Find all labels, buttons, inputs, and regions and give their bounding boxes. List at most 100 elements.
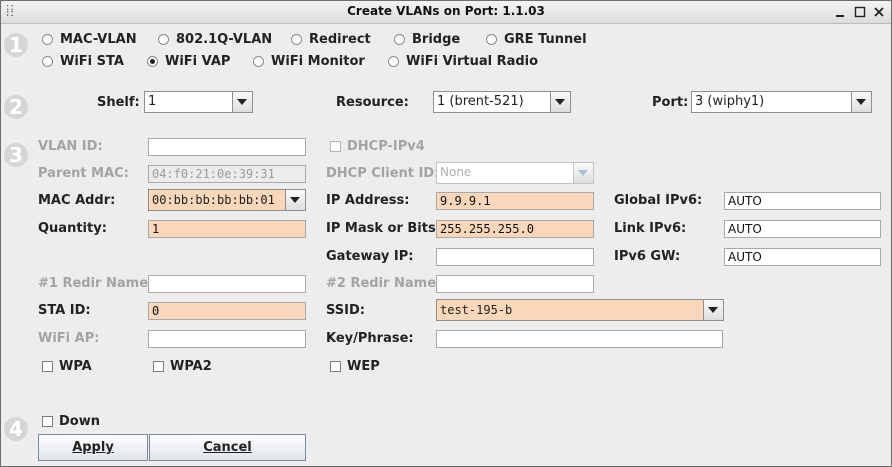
chevron-down-icon[interactable] <box>232 92 252 112</box>
redir1-name-label: #1 Redir Name: <box>38 276 154 291</box>
global-ipv6-input[interactable]: AUTO <box>724 192 881 210</box>
redir1-name-input[interactable] <box>148 275 306 293</box>
dhcp-client-id-select[interactable]: None <box>436 162 594 184</box>
close-icon[interactable] <box>872 5 886 19</box>
radio-label: WiFi STA <box>60 53 124 69</box>
radio-icon <box>42 33 53 45</box>
wpa2-checkbox[interactable]: WPA2 <box>153 357 212 375</box>
redir2-name-input[interactable] <box>436 275 594 293</box>
checkbox-icon <box>153 360 164 372</box>
chevron-down-icon[interactable] <box>285 190 305 210</box>
resource-value: 1 (brent-521) <box>437 94 524 109</box>
wpa2-label: WPA2 <box>170 358 212 374</box>
checkbox-icon <box>42 415 53 427</box>
radio-8021q-vlan[interactable]: 802.1Q-VLAN <box>158 30 272 48</box>
checkbox-icon <box>330 140 341 152</box>
radio-wifi-vap[interactable]: WiFi VAP <box>147 52 230 70</box>
radio-icon <box>253 55 264 67</box>
global-ipv6-label: Global IPv6: <box>614 193 703 208</box>
dialog-content: 1 2 3 4 MAC-VLAN 802.1Q-VLAN Redirect Br… <box>1 24 891 466</box>
dhcp-ipv4-checkbox[interactable]: DHCP-IPv4 <box>330 137 425 155</box>
radio-label: GRE Tunnel <box>504 31 587 47</box>
ipv6-gw-input[interactable]: AUTO <box>724 248 881 266</box>
radio-selected-icon <box>147 55 158 67</box>
radio-label: 802.1Q-VLAN <box>176 31 273 47</box>
ip-address-input[interactable]: 9.9.9.1 <box>436 192 594 210</box>
radio-icon <box>394 33 405 45</box>
wifi-ap-input[interactable] <box>148 330 306 348</box>
window-title: Create VLANs on Port: 1.1.03 <box>347 4 545 18</box>
shelf-value: 1 <box>148 94 157 109</box>
radio-icon <box>42 55 53 67</box>
gateway-ip-label: Gateway IP: <box>326 249 414 264</box>
wpa-checkbox[interactable]: WPA <box>42 357 92 375</box>
resource-label: Resource: <box>336 95 409 110</box>
dhcp-client-id-label: DHCP Client ID: <box>326 166 440 181</box>
radio-label: Bridge <box>412 31 461 47</box>
port-label: Port: <box>652 95 689 110</box>
ssid-label: SSID: <box>326 303 365 318</box>
chevron-down-icon[interactable] <box>703 300 723 320</box>
radio-mac-vlan[interactable]: MAC-VLAN <box>42 30 137 48</box>
cancel-button-label: Cancel <box>203 440 252 455</box>
ipv6-gw-label: IPv6 GW: <box>614 249 681 264</box>
link-ipv6-input[interactable]: AUTO <box>724 220 881 238</box>
chevron-down-icon[interactable] <box>851 92 871 112</box>
dhcp-client-id-value: None <box>440 165 472 179</box>
vlan-id-label: VLAN ID: <box>38 139 103 154</box>
wifi-ap-label: WiFi AP: <box>38 331 100 346</box>
step-1-badge: 1 <box>4 33 28 57</box>
radio-icon <box>158 33 169 45</box>
gateway-ip-input[interactable] <box>436 248 594 266</box>
chevron-down-icon[interactable] <box>550 92 570 112</box>
radio-icon <box>486 33 497 45</box>
radio-label: MAC-VLAN <box>60 31 137 47</box>
shelf-select[interactable]: 1 <box>144 91 253 113</box>
create-vlans-dialog: :: :: Create VLANs on Port: 1.1.03 1 2 3… <box>0 0 892 467</box>
maximize-icon[interactable] <box>853 5 867 19</box>
port-value: 3 (wiphy1) <box>695 94 765 109</box>
ssid-combo[interactable]: test-195-b <box>436 299 724 321</box>
radio-icon <box>291 33 302 45</box>
key-phrase-input[interactable] <box>436 330 723 348</box>
apply-button[interactable]: Apply <box>38 434 148 461</box>
chevron-down-icon[interactable] <box>573 163 593 183</box>
redir2-name-label: #2 Redir Name: <box>326 276 442 291</box>
mac-addr-value: 00:bb:bb:bb:bb:01 <box>152 193 275 207</box>
radio-label: WiFi Virtual Radio <box>406 53 539 69</box>
apply-button-label: Apply <box>72 440 114 455</box>
sta-id-input[interactable]: 0 <box>148 302 306 320</box>
parent-mac-label: Parent MAC: <box>38 166 129 181</box>
radio-label: WiFi Monitor <box>271 53 365 69</box>
radio-wifi-virtual-radio[interactable]: WiFi Virtual Radio <box>388 52 538 70</box>
checkbox-icon <box>42 360 53 372</box>
checkbox-icon <box>330 360 341 372</box>
cancel-button[interactable]: Cancel <box>149 434 306 461</box>
radio-bridge[interactable]: Bridge <box>394 30 460 48</box>
radio-redirect[interactable]: Redirect <box>291 30 371 48</box>
resource-select[interactable]: 1 (brent-521) <box>433 91 571 113</box>
quantity-input[interactable]: 1 <box>148 220 306 238</box>
wep-label: WEP <box>347 358 380 374</box>
port-select[interactable]: 3 (wiphy1) <box>691 91 872 113</box>
wpa-label: WPA <box>59 358 92 374</box>
down-checkbox[interactable]: Down <box>42 412 100 430</box>
minimize-icon[interactable] <box>833 5 847 19</box>
ip-address-label: IP Address: <box>326 193 410 208</box>
title-bar[interactable]: :: :: Create VLANs on Port: 1.1.03 <box>1 1 891 24</box>
radio-wifi-monitor[interactable]: WiFi Monitor <box>253 52 365 70</box>
mac-addr-combo[interactable]: 00:bb:bb:bb:bb:01 <box>148 189 306 211</box>
radio-gre-tunnel[interactable]: GRE Tunnel <box>486 30 587 48</box>
step-2-badge: 2 <box>4 95 28 119</box>
link-ipv6-label: Link IPv6: <box>614 221 687 236</box>
radio-label: Redirect <box>309 31 371 47</box>
ip-mask-label: IP Mask or Bits: <box>326 221 441 236</box>
key-phrase-label: Key/Phrase: <box>326 331 414 346</box>
vlan-id-input[interactable] <box>148 138 306 156</box>
wep-checkbox[interactable]: WEP <box>330 357 380 375</box>
ip-mask-input[interactable]: 255.255.255.0 <box>436 220 594 238</box>
radio-wifi-sta[interactable]: WiFi STA <box>42 52 124 70</box>
radio-label: WiFi VAP <box>165 53 231 69</box>
shelf-label: Shelf: <box>97 95 140 110</box>
step-4-badge: 4 <box>4 417 28 441</box>
